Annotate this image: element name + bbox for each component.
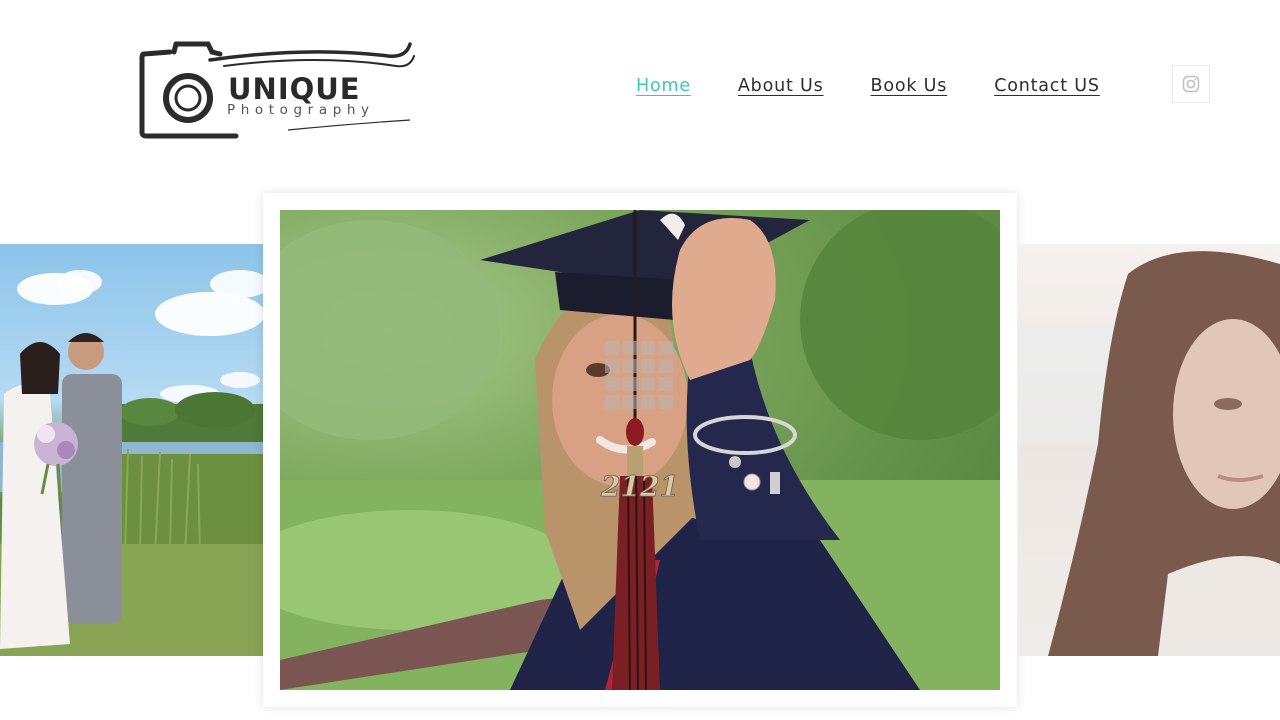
woman-portrait-photo <box>1018 251 1280 656</box>
nav-home[interactable]: Home <box>636 76 691 96</box>
nav-book-us[interactable]: Book Us <box>871 76 948 96</box>
nav-contact-us[interactable]: Contact US <box>994 76 1100 96</box>
brand-name: UNIQUE <box>228 72 361 106</box>
brand-tagline: Photography <box>227 102 375 118</box>
logo[interactable]: UNIQUE Photography <box>138 38 428 142</box>
tassel-charm-text: 2121 <box>600 470 679 503</box>
main-nav: Home About Us Book Us Contact US <box>636 76 1100 96</box>
loading-grid-icon <box>605 341 673 409</box>
nav-about-us[interactable]: About Us <box>738 76 824 96</box>
slide-graduate[interactable]: 2121 <box>280 210 1000 690</box>
site-header: UNIQUE Photography Home About Us Book Us… <box>0 0 1280 180</box>
instagram-button[interactable] <box>1172 65 1210 103</box>
instagram-icon <box>1182 75 1200 93</box>
slide-woman-portrait[interactable] <box>1018 244 1280 656</box>
slide-wedding-couple[interactable] <box>0 244 263 656</box>
slide-active-frame: 2121 <box>263 193 1017 707</box>
graduate-with-tassel-photo: 2121 <box>280 210 1000 690</box>
wedding-couple-photo <box>0 270 263 656</box>
